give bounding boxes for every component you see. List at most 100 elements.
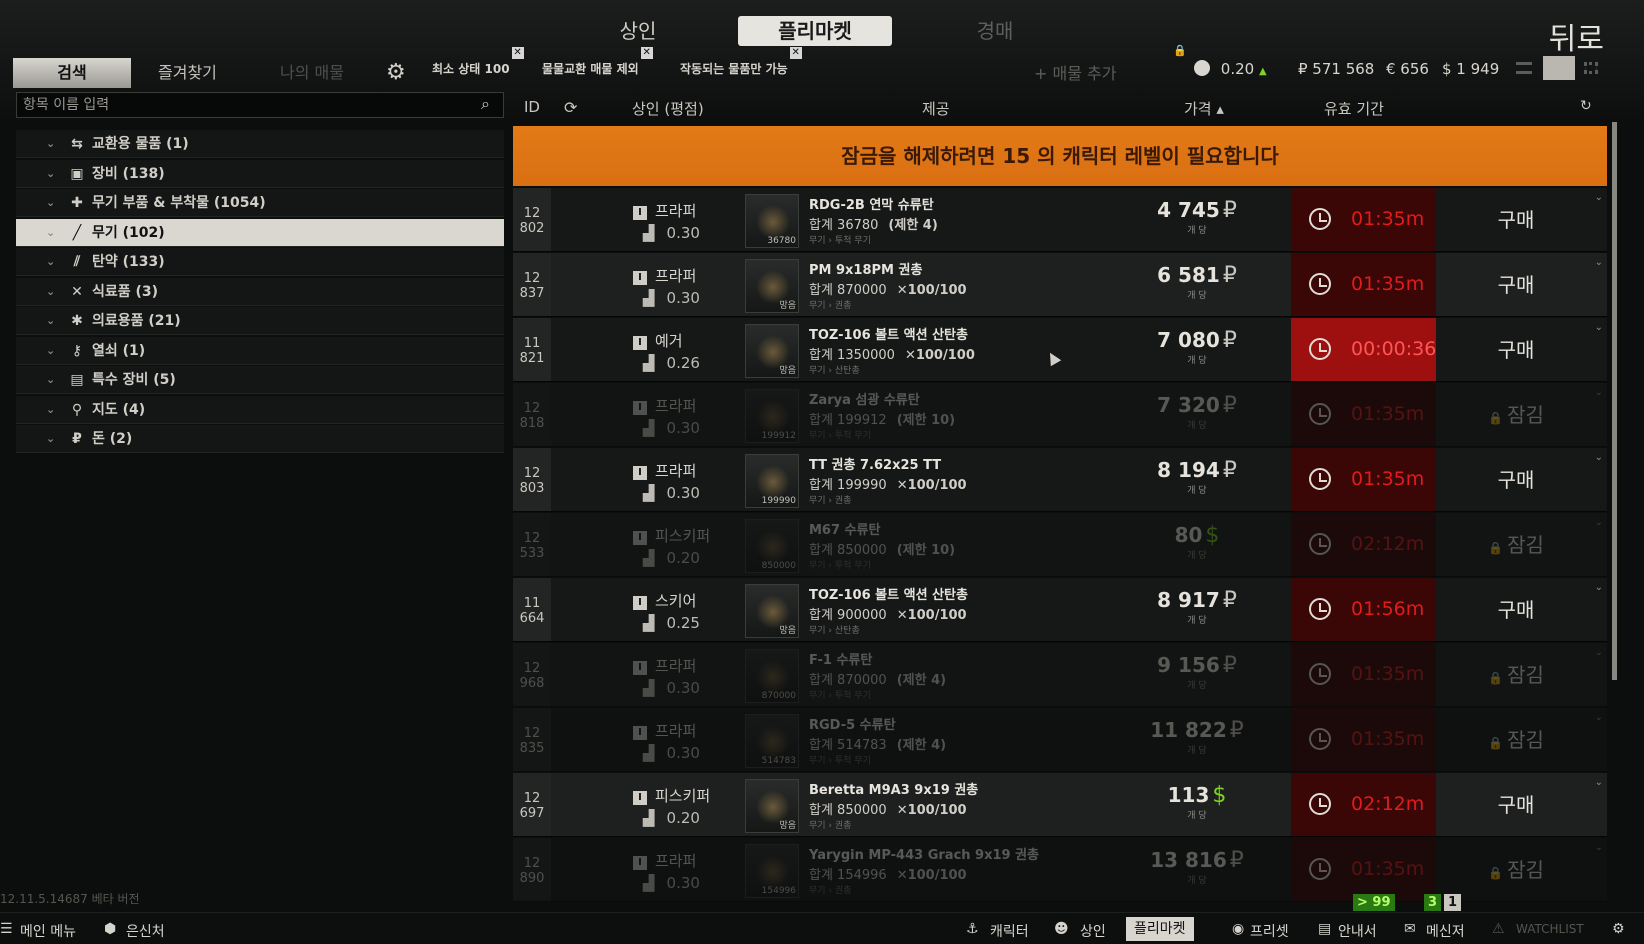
- chevron-down-icon[interactable]: ⌄: [46, 189, 55, 217]
- item-thumbnail[interactable]: 망음: [745, 779, 799, 833]
- expand-chevron-icon[interactable]: ⌄: [1595, 712, 1603, 723]
- item-name[interactable]: F-1 수류탄: [809, 649, 872, 668]
- watchlist-button[interactable]: WATCHLIST: [1516, 922, 1584, 936]
- handbook-icon[interactable]: ▤: [1318, 921, 1331, 937]
- item-name[interactable]: RDG-2B 연막 슈류탄: [809, 194, 934, 213]
- trader-name[interactable]: I 프라퍼: [633, 720, 696, 741]
- category-item[interactable]: ⌄ ✱ 의료용품 (21): [16, 307, 504, 335]
- messenger-button[interactable]: 메신저: [1426, 921, 1465, 941]
- settings-gear-icon[interactable]: ⚙: [386, 60, 406, 85]
- expand-chevron-icon[interactable]: ⌄: [1595, 387, 1603, 398]
- trader-name[interactable]: I 프라퍼: [633, 460, 696, 481]
- chevron-down-icon[interactable]: ⌄: [46, 337, 55, 365]
- chevron-down-icon[interactable]: ⌄: [46, 219, 55, 247]
- item-name[interactable]: TOZ-106 볼트 액션 산탄총: [809, 584, 968, 603]
- chevron-down-icon[interactable]: ⌄: [46, 278, 55, 306]
- expand-chevron-icon[interactable]: ⌄: [1595, 517, 1603, 528]
- trader-name[interactable]: I 프라퍼: [633, 395, 696, 416]
- flea-market-button[interactable]: 플리마켓: [1126, 917, 1194, 941]
- item-thumbnail[interactable]: 199912: [745, 389, 799, 443]
- expand-chevron-icon[interactable]: ⌄: [1595, 452, 1603, 463]
- chevron-down-icon[interactable]: ⌄: [46, 248, 55, 276]
- item-name[interactable]: Yarygin MP-443 Grach 9x19 권총: [809, 844, 1039, 863]
- expand-chevron-icon[interactable]: ⌄: [1595, 257, 1603, 268]
- builds-icon[interactable]: ◉: [1232, 921, 1244, 937]
- trader-name[interactable]: I 프라퍼: [633, 655, 696, 676]
- col-expiry-header[interactable]: 유효 기간: [1324, 98, 1384, 119]
- col-id-header[interactable]: ID: [524, 98, 540, 116]
- tab-search[interactable]: 검색: [13, 58, 131, 88]
- table-row[interactable]: 12 803 I 프라퍼 ▟ 0.30 199990 TT 권총 7.62x25 TT 합계 1…: [513, 448, 1607, 512]
- remove-filter-close-icon[interactable]: ✕: [789, 47, 802, 59]
- settings-icon[interactable]: ⚙: [1612, 921, 1625, 937]
- chevron-down-icon[interactable]: ⌄: [46, 366, 55, 394]
- buy-button[interactable]: 구매: [1436, 448, 1596, 511]
- item-name[interactable]: Zarya 섬광 수류탄: [809, 389, 920, 408]
- remove-filter-close-icon[interactable]: ✕: [640, 47, 653, 59]
- category-item[interactable]: ⌄ ⇆ 교환용 물품 (1): [16, 130, 504, 158]
- category-item[interactable]: ⌄ ✚ 무기 부품 & 부착물 (1054): [16, 189, 504, 217]
- trader-name[interactable]: I 피스키퍼: [633, 525, 710, 546]
- hideout-icon[interactable]: ⬢: [104, 921, 116, 937]
- item-thumbnail[interactable]: 36780: [745, 194, 799, 248]
- expand-chevron-icon[interactable]: ⌄: [1595, 842, 1603, 853]
- main-menu-button[interactable]: 메인 메뉴: [20, 921, 76, 941]
- chevron-down-icon[interactable]: ⌄: [46, 130, 55, 158]
- character-button[interactable]: 캐릭터: [990, 921, 1029, 941]
- trader-name[interactable]: I 스키어: [633, 590, 696, 611]
- item-name[interactable]: TOZ-106 볼트 액션 산탄총: [809, 324, 968, 343]
- grid-view-icon[interactable]: [1584, 62, 1598, 74]
- item-name[interactable]: M67 수류탄: [809, 519, 880, 538]
- item-name[interactable]: TT 권총 7.62x25 TT: [809, 454, 941, 473]
- trader-name[interactable]: I 프라퍼: [633, 200, 696, 221]
- table-row[interactable]: 12 968 I 프라퍼 ▟ 0.30 870000 F-1 수류탄 합계 870000 (제한 …: [513, 643, 1607, 707]
- expand-chevron-icon[interactable]: ⌄: [1595, 322, 1603, 333]
- character-icon[interactable]: ⚓: [966, 921, 979, 937]
- tab-flea-market[interactable]: 플리마켓: [738, 16, 892, 46]
- buy-button[interactable]: 구매: [1436, 253, 1596, 316]
- item-thumbnail[interactable]: 망음: [745, 324, 799, 378]
- item-name[interactable]: PM 9x18PM 권총: [809, 259, 922, 278]
- item-thumbnail[interactable]: 870000: [745, 649, 799, 703]
- search-input[interactable]: 항목 이름 입력: [16, 92, 504, 118]
- tab-trader[interactable]: 상인: [598, 16, 678, 46]
- buy-button[interactable]: 구매: [1436, 578, 1596, 641]
- scrollbar[interactable]: [1612, 122, 1617, 680]
- table-row[interactable]: 12 818 I 프라퍼 ▟ 0.30 199912 Zarya 섬광 수류탄 합계 19991…: [513, 383, 1607, 447]
- buy-button[interactable]: 구매: [1436, 318, 1596, 381]
- table-row[interactable]: 12 533 I 피스키퍼 ▟ 0.20 850000 M67 수류탄 합계 850000 (제한…: [513, 513, 1607, 577]
- category-item[interactable]: ⌄ ⚲ 지도 (4): [16, 395, 504, 424]
- refresh-icon[interactable]: ⟳: [564, 98, 577, 117]
- builds-button[interactable]: 프리셋: [1250, 921, 1289, 941]
- menu-icon[interactable]: ☰: [0, 921, 13, 937]
- table-row[interactable]: 12 697 I 피스키퍼 ▟ 0.20 망음 Beretta M9A3 9x19 권총 합계 …: [513, 773, 1607, 837]
- table-row[interactable]: 11 664 I 스키어 ▟ 0.25 망음 TOZ-106 볼트 액션 산탄총 합계 9000…: [513, 578, 1607, 642]
- item-thumbnail[interactable]: 199990: [745, 454, 799, 508]
- traders-icon[interactable]: ☻: [1054, 921, 1069, 937]
- tab-favorites[interactable]: 즐겨찾기: [158, 58, 217, 88]
- back-button[interactable]: 뒤로: [1549, 14, 1604, 58]
- category-item[interactable]: ⌄ ₽ 돈 (2): [16, 425, 504, 453]
- expand-chevron-icon[interactable]: ⌄: [1595, 777, 1603, 788]
- reload-icon[interactable]: ↻: [1580, 98, 1592, 114]
- buy-button[interactable]: 구매: [1436, 188, 1596, 251]
- list-view-icon[interactable]: [1516, 62, 1532, 74]
- remove-filter-close-icon[interactable]: ✕: [511, 47, 524, 59]
- chevron-down-icon[interactable]: ⌄: [46, 396, 55, 424]
- trader-name[interactable]: I 프라퍼: [633, 850, 696, 871]
- add-offer-button[interactable]: + 매물 추가: [1034, 60, 1116, 84]
- expand-chevron-icon[interactable]: ⌄: [1595, 647, 1603, 658]
- handbook-button[interactable]: 안내서: [1338, 921, 1377, 941]
- expand-chevron-icon[interactable]: ⌄: [1595, 582, 1603, 593]
- messenger-icon[interactable]: ✉: [1404, 921, 1416, 937]
- item-name[interactable]: RGD-5 수류탄: [809, 714, 896, 733]
- tab-my-offers[interactable]: 나의 매물: [280, 58, 344, 88]
- table-row[interactable]: 11 821 I 예거 ▟ 0.26 망음 TOZ-106 볼트 액션 산탄총 합계 13500…: [513, 318, 1607, 382]
- category-item[interactable]: ⌄ ▣ 장비 (138): [16, 159, 504, 188]
- item-thumbnail[interactable]: 514783: [745, 714, 799, 768]
- table-row[interactable]: 12 802 I 프라퍼 ▟ 0.30 36780 RDG-2B 연막 슈류탄 합계 36780…: [513, 188, 1607, 252]
- traders-button[interactable]: 상인: [1080, 921, 1106, 941]
- category-item[interactable]: ⌄ ✕ 식료품 (3): [16, 277, 504, 306]
- table-row[interactable]: 12 837 I 프라퍼 ▟ 0.30 망음 PM 9x18PM 권총 합계 870000 ✕10…: [513, 253, 1607, 317]
- trader-name[interactable]: I 프라퍼: [633, 265, 696, 286]
